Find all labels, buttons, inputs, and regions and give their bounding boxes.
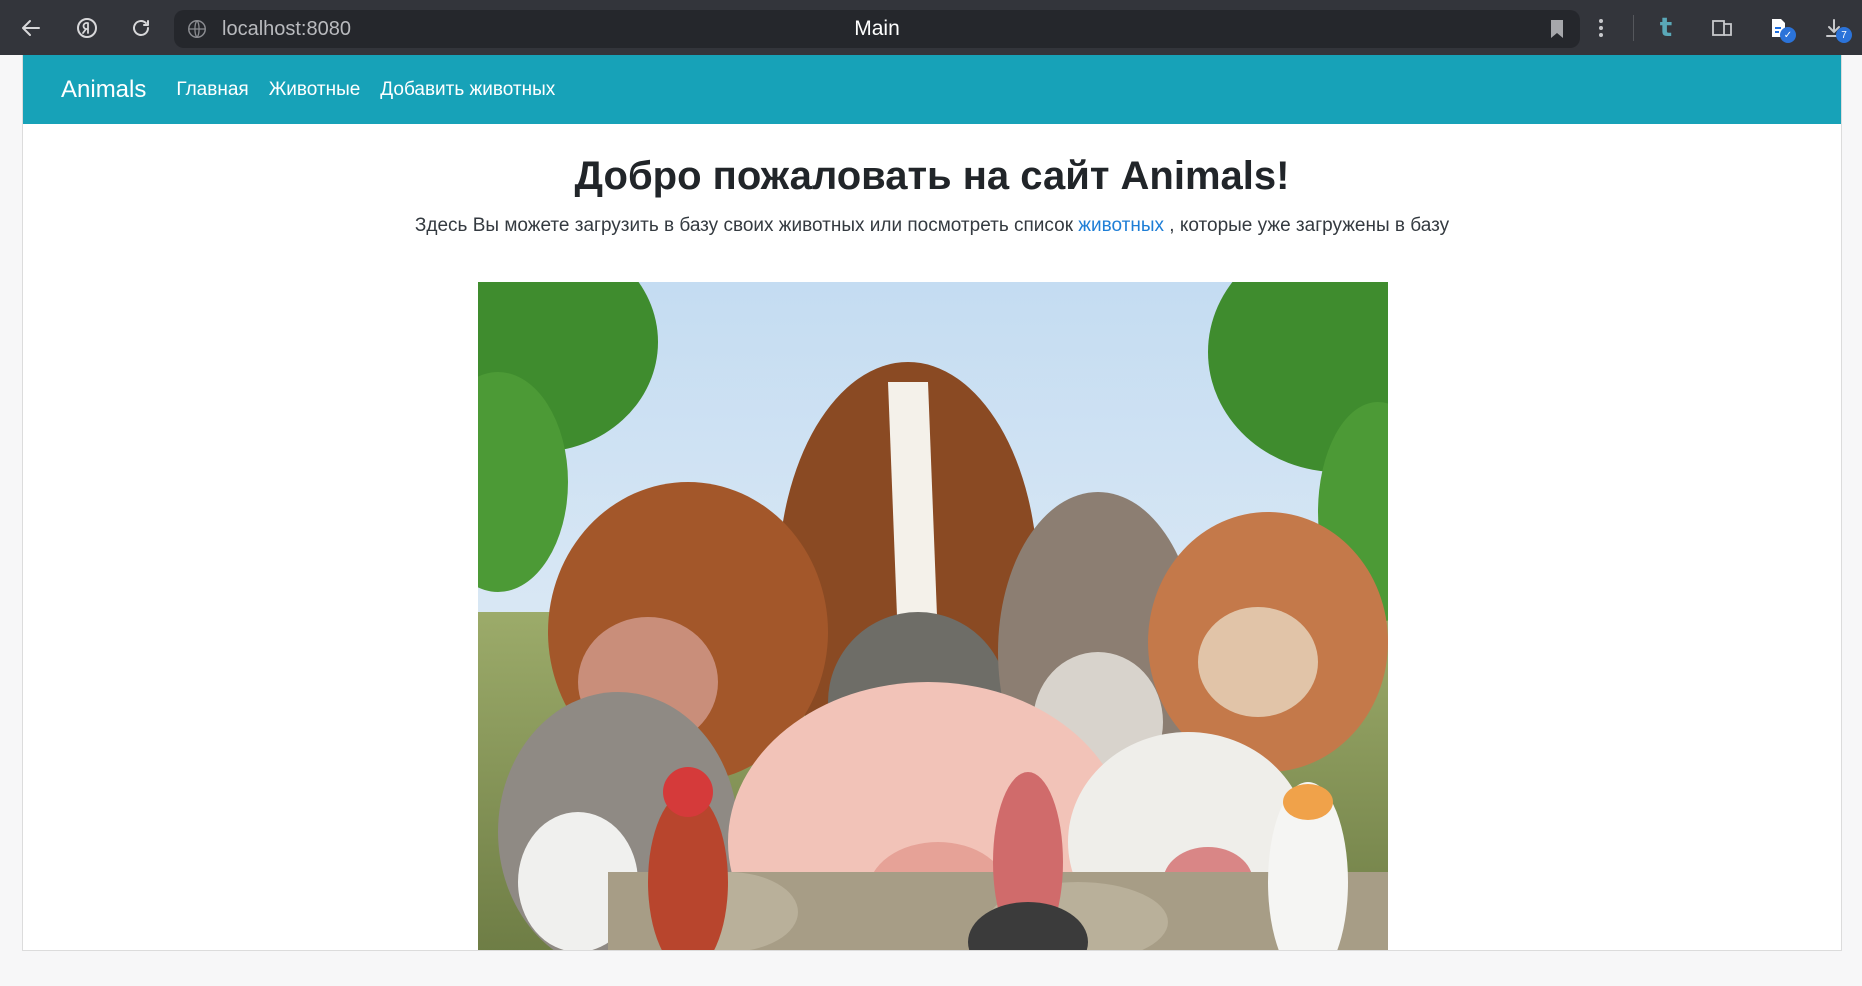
bookmark-icon[interactable] xyxy=(1548,18,1566,40)
intro-text-before: Здесь Вы можете загрузить в базу своих ж… xyxy=(414,215,1079,236)
tumblr-icon[interactable]: t xyxy=(1638,0,1694,55)
browser-toolbar: localhost:8080 Main t ✓ 7 xyxy=(0,0,1862,55)
more-icon[interactable] xyxy=(1573,0,1629,55)
tab-title: Main xyxy=(854,17,900,40)
site-navbar: Animals Главная Животные Добавить животн… xyxy=(23,55,1841,124)
extension-icon[interactable]: ✓ xyxy=(1750,0,1806,55)
intro-text: Здесь Вы можете загрузить в базу своих ж… xyxy=(23,215,1841,237)
download-count-badge: 7 xyxy=(1836,27,1852,43)
animals-link[interactable]: животных xyxy=(1078,215,1164,236)
extension-check-badge: ✓ xyxy=(1780,27,1796,43)
intro-text-after: , которые уже загружены в базу xyxy=(1164,215,1450,236)
address-url[interactable]: localhost:8080 xyxy=(222,18,351,41)
nav-link-animals[interactable]: Животные xyxy=(269,79,361,101)
address-bar[interactable]: localhost:8080 Main xyxy=(174,10,1580,48)
farm-animals-image xyxy=(478,282,1388,950)
toolbar-divider xyxy=(1633,14,1634,41)
brand-link[interactable]: Animals xyxy=(61,76,146,104)
hero: Добро пожаловать на сайт Animals! Здесь … xyxy=(23,154,1841,237)
collections-icon[interactable] xyxy=(1694,0,1750,55)
page: Animals Главная Животные Добавить животн… xyxy=(22,55,1842,951)
page-title: Добро пожаловать на сайт Animals! xyxy=(574,154,1290,198)
back-icon[interactable] xyxy=(8,5,54,51)
reload-icon[interactable] xyxy=(118,5,164,51)
nav-link-add-animals[interactable]: Добавить животных xyxy=(380,79,555,101)
globe-icon xyxy=(188,20,206,38)
nav-link-home[interactable]: Главная xyxy=(176,79,248,101)
download-icon[interactable]: 7 xyxy=(1806,0,1862,55)
yandex-icon[interactable] xyxy=(64,5,110,51)
